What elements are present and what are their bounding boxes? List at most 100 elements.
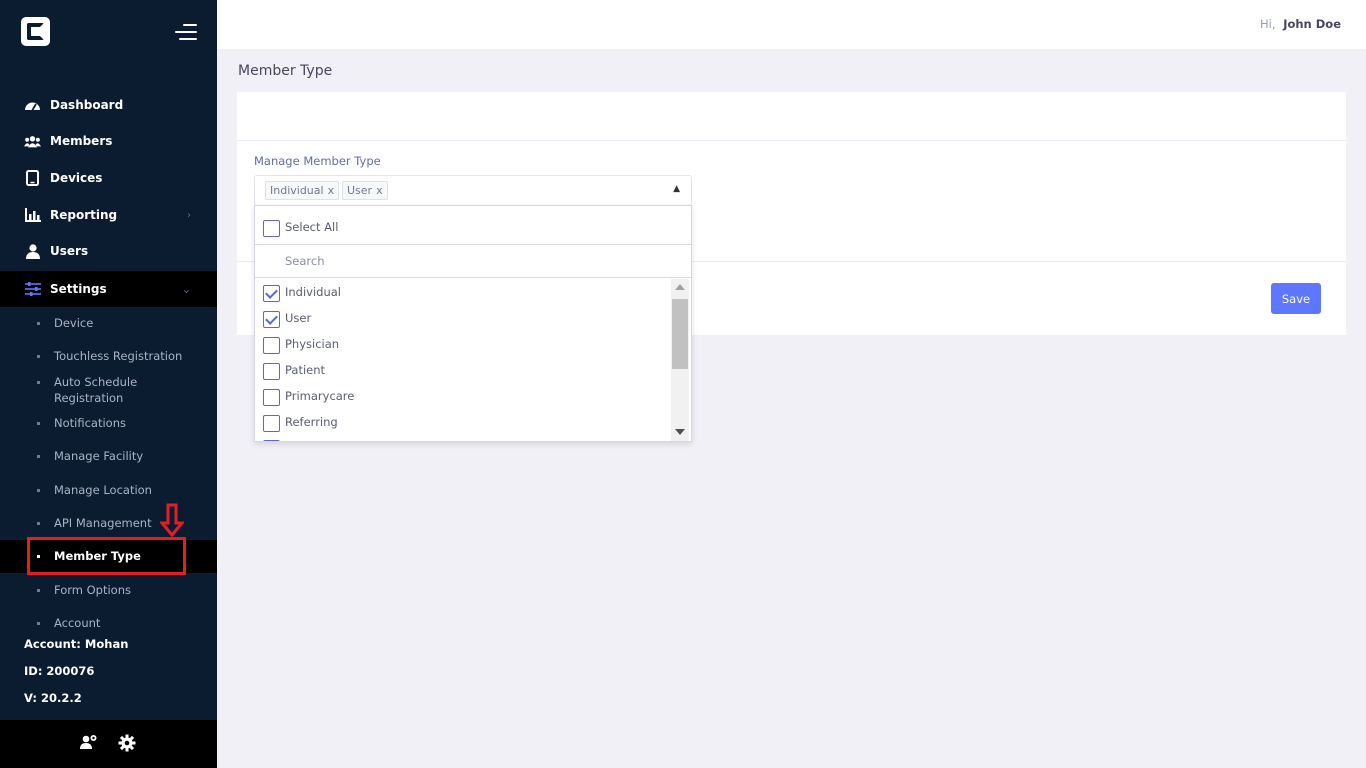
option-checkbox[interactable] <box>263 389 280 406</box>
sidebar-subitem-account[interactable]: Account <box>0 615 217 632</box>
option-primarycare[interactable]: Primarycare <box>255 388 691 412</box>
sidebar-subitem-touchless-registration[interactable]: Touchless Registration <box>0 348 217 365</box>
user-name: John Doe <box>1283 17 1341 31</box>
annotation-highlight-box <box>27 537 186 575</box>
option-physician[interactable]: Physician <box>255 336 691 360</box>
subitem-label: Form Options <box>54 583 131 597</box>
user-icon <box>24 243 41 260</box>
account-name: Account: Mohan <box>24 637 129 651</box>
remove-tag-icon[interactable]: x <box>328 184 335 197</box>
greeting-prefix: Hi, <box>1260 17 1276 31</box>
select-all-option[interactable]: Select All <box>255 206 691 245</box>
selected-tag: User x <box>342 181 388 200</box>
dropdown-divider <box>255 244 691 245</box>
members-group-icon <box>24 133 41 150</box>
scroll-up-icon[interactable] <box>675 284 685 290</box>
save-button[interactable]: Save <box>1271 283 1321 314</box>
option-referring[interactable]: Referring <box>255 414 691 438</box>
sidebar-item-label: Devices <box>50 171 103 185</box>
sidebar-item-label: Users <box>50 244 89 258</box>
sidebar-item-settings[interactable]: Settings ⌄ <box>0 271 217 307</box>
sidebar-item-label: Reporting <box>50 208 118 222</box>
chevron-right-icon: › <box>187 209 191 221</box>
option-patient[interactable]: Patient <box>255 362 691 386</box>
option-label: Primarycare <box>285 389 355 403</box>
dropdown-divider <box>255 277 691 278</box>
option-label: Individual <box>285 285 342 299</box>
sidebar-item-dashboard[interactable]: Dashboard <box>0 87 217 123</box>
scroll-down-icon[interactable] <box>675 429 685 435</box>
sidebar-item-label: Settings <box>50 282 107 296</box>
user-switch-icon[interactable] <box>80 734 100 754</box>
sidebar-item-devices[interactable]: Devices <box>0 160 217 196</box>
bullet-icon <box>37 589 40 592</box>
sidebar-subitem-manage-facility[interactable]: Manage Facility <box>0 448 217 465</box>
sidebar-item-reporting[interactable]: Reporting › <box>0 197 217 233</box>
bullet-icon <box>37 489 40 492</box>
caret-up-icon[interactable]: ▲ <box>673 184 680 194</box>
option-label: Patient <box>285 363 326 377</box>
dropdown-scrollbar[interactable] <box>671 279 689 441</box>
sidebar-item-label: Dashboard <box>50 98 124 112</box>
bullet-icon <box>37 355 40 358</box>
option-label: User <box>285 311 312 325</box>
subitem-label: Auto Schedule Registration <box>54 375 138 405</box>
option-individual[interactable]: Individual <box>255 284 691 308</box>
user-greeting[interactable]: Hi, John Doe <box>1260 17 1341 31</box>
option-partial <box>255 438 691 441</box>
bullet-icon <box>37 622 40 625</box>
dropdown-search-input[interactable]: Search <box>285 254 325 268</box>
selected-tag: Individual x <box>265 181 340 200</box>
bullet-icon <box>37 381 40 384</box>
bullet-icon <box>37 422 40 425</box>
sidebar-subitem-device[interactable]: Device <box>0 315 217 332</box>
subitem-label: Account <box>54 616 101 630</box>
bullet-icon <box>37 455 40 458</box>
app-logo[interactable] <box>21 17 50 46</box>
menu-toggle-icon[interactable] <box>173 24 197 42</box>
gear-icon[interactable] <box>118 734 138 754</box>
chevron-down-icon: ⌄ <box>181 282 191 296</box>
tag-label: User <box>347 184 373 197</box>
remove-tag-icon[interactable]: x <box>376 184 383 197</box>
option-checkbox[interactable] <box>263 311 280 328</box>
field-label: Manage Member Type <box>254 154 381 168</box>
subitem-label: Manage Location <box>54 483 152 497</box>
member-type-multiselect[interactable]: Individual x User x ▲ <box>254 175 692 206</box>
app-version: V: 20.2.2 <box>24 691 82 705</box>
dashboard-gauge-icon <box>24 97 41 114</box>
option-checkbox[interactable] <box>263 285 280 302</box>
sidebar-subitem-auto-schedule-registration[interactable]: Auto Schedule Registration <box>0 374 217 407</box>
option-checkbox[interactable] <box>263 415 280 432</box>
option-label: Select All <box>285 220 339 234</box>
sidebar-subitem-api-management[interactable]: API Management <box>0 515 217 532</box>
option-checkbox[interactable] <box>263 337 280 354</box>
sidebar: Dashboard Members Devices Reporting › Us… <box>0 0 217 768</box>
bullet-icon <box>37 522 40 525</box>
bullet-icon <box>37 322 40 325</box>
option-label: Referring <box>285 415 338 429</box>
scrollbar-thumb[interactable] <box>672 299 688 369</box>
member-type-dropdown: Select All Search Individual User Physic… <box>254 205 692 442</box>
option-label: Physician <box>285 337 340 351</box>
sliders-icon <box>24 281 41 298</box>
annotation-down-arrow-icon <box>160 503 184 537</box>
option-checkbox <box>263 440 280 441</box>
subitem-label: Manage Facility <box>54 449 144 463</box>
subitem-label: Touchless Registration <box>54 349 183 363</box>
top-header: Hi, John Doe <box>217 0 1366 49</box>
sidebar-subitem-manage-location[interactable]: Manage Location <box>0 482 217 499</box>
card-divider <box>237 140 1346 141</box>
sidebar-subitem-form-options[interactable]: Form Options <box>0 582 217 599</box>
bar-chart-icon <box>24 207 41 224</box>
tag-label: Individual <box>270 184 324 197</box>
sidebar-subitem-notifications[interactable]: Notifications <box>0 415 217 432</box>
tablet-device-icon <box>24 170 41 187</box>
sidebar-item-members[interactable]: Members <box>0 123 217 159</box>
option-user[interactable]: User <box>255 310 691 334</box>
sidebar-item-users[interactable]: Users <box>0 233 217 269</box>
subitem-label: Notifications <box>54 416 126 430</box>
select-all-checkbox[interactable] <box>263 220 280 237</box>
page-title: Member Type <box>238 63 333 79</box>
option-checkbox[interactable] <box>263 363 280 380</box>
